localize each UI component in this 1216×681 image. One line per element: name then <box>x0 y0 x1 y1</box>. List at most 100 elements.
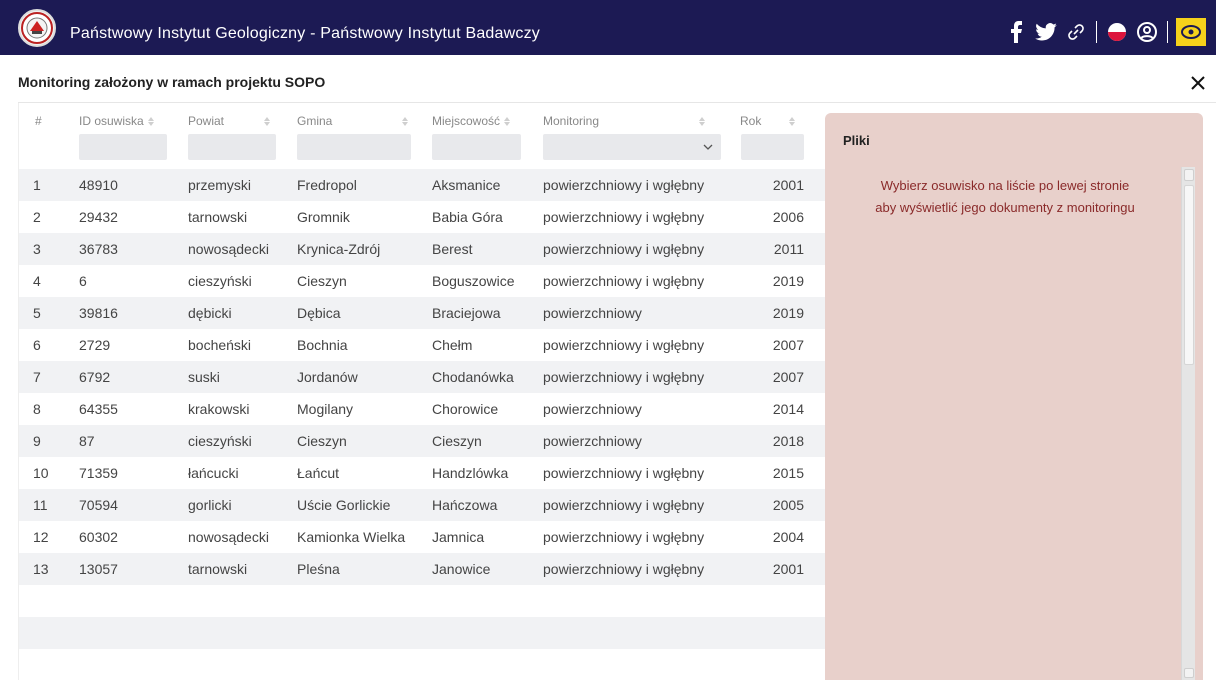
cell-gmina: Krynica-Zdrój <box>297 241 381 257</box>
cell-monitoring: powierzchniowy i wgłębny <box>543 177 705 193</box>
files-title: Pliki <box>843 133 870 148</box>
cell-monitoring: powierzchniowy i wgłębny <box>543 337 705 353</box>
table-row[interactable]: 9 87 cieszyński Cieszyn Cieszyn powierzc… <box>19 425 825 457</box>
pig-logo[interactable] <box>18 9 56 47</box>
cell-miejscowosc: Cieszyn <box>432 433 482 449</box>
cell-rok: 2001 <box>772 561 804 577</box>
cell-monitoring: powierzchniowy i wgłębny <box>543 497 705 513</box>
cell-rok: 2001 <box>772 177 804 193</box>
column-header-id[interactable]: ID osuwiska <box>79 114 154 128</box>
cell-gmina: Bochnia <box>297 337 348 353</box>
table-row[interactable]: 4 6 cieszyński Cieszyn Boguszowice powie… <box>19 265 825 297</box>
polish-flag-icon[interactable] <box>1105 20 1129 44</box>
scroll-up-arrow[interactable] <box>1184 169 1194 181</box>
cell-id: 48910 <box>79 177 118 193</box>
cell-id: 87 <box>79 433 95 449</box>
cell-gmina: Gromnik <box>297 209 350 225</box>
column-header-miejscowosc[interactable]: Miejscowość <box>432 114 511 128</box>
empty-row <box>19 649 825 681</box>
table-row[interactable]: 1 48910 przemyski Fredropol Aksmanice po… <box>19 169 825 201</box>
empty-row <box>19 585 825 617</box>
sort-icon[interactable] <box>699 116 706 126</box>
cell-miejscowosc: Chorowice <box>432 401 499 417</box>
link-icon[interactable] <box>1064 20 1088 44</box>
table-row[interactable]: 13 13057 tarnowski Pleśna Janowice powie… <box>19 553 825 585</box>
table-row[interactable]: 6 2729 bocheński Bochnia Chełm powierzch… <box>19 329 825 361</box>
accessibility-icon[interactable] <box>1135 20 1159 44</box>
table-row[interactable]: 7 6792 suski Jordanów Chodanówka powierz… <box>19 361 825 393</box>
table-row[interactable]: 5 39816 dębicki Dębica Braciejowa powier… <box>19 297 825 329</box>
twitter-icon[interactable] <box>1034 20 1058 44</box>
column-header-gmina[interactable]: Gmina <box>297 114 409 128</box>
cell-rok: 2007 <box>772 369 804 385</box>
filter-id-input[interactable] <box>79 134 167 160</box>
filter-gmina-input[interactable] <box>297 134 411 160</box>
cell-monitoring: powierzchniowy i wgłębny <box>543 561 705 577</box>
institute-title[interactable]: Państwowy Instytut Geologiczny - Państwo… <box>70 25 540 43</box>
cell-rok: 2011 <box>773 241 804 257</box>
scroll-down-arrow[interactable] <box>1184 668 1194 678</box>
column-header-monitoring[interactable]: Monitoring <box>543 114 706 128</box>
filter-monitoring-select[interactable] <box>543 134 721 160</box>
cell-miejscowosc: Aksmanice <box>432 177 501 193</box>
sort-icon[interactable] <box>789 116 796 126</box>
column-header-label: Rok <box>740 114 762 128</box>
cell-miejscowosc: Handzlówka <box>432 465 509 481</box>
sort-icon[interactable] <box>264 116 271 126</box>
cell-powiat: cieszyński <box>188 433 252 449</box>
eye-icon[interactable] <box>1176 18 1206 46</box>
cell-miejscowosc: Boguszowice <box>432 273 515 289</box>
cell-monitoring: powierzchniowy <box>543 401 642 417</box>
cell-monitoring: powierzchniowy i wgłębny <box>543 273 705 289</box>
header-icons <box>1004 18 1206 46</box>
table-row[interactable]: 10 71359 łańcucki Łańcut Handzlówka powi… <box>19 457 825 489</box>
cell-id: 6 <box>79 273 87 289</box>
scroll-thumb[interactable] <box>1184 185 1194 365</box>
table-row[interactable]: 8 64355 krakowski Mogilany Chorowice pow… <box>19 393 825 425</box>
cell-monitoring: powierzchniowy <box>543 433 642 449</box>
filter-rok-input[interactable] <box>741 134 804 160</box>
sort-icon[interactable] <box>504 116 511 126</box>
cell-miejscowosc: Janowice <box>432 561 491 577</box>
cell-id: 6792 <box>79 369 111 385</box>
cell-gmina: Dębica <box>297 305 341 321</box>
close-icon[interactable] <box>1188 73 1208 93</box>
table-row[interactable]: 2 29432 tarnowski Gromnik Babia Góra pow… <box>19 201 825 233</box>
facebook-icon[interactable] <box>1004 20 1028 44</box>
empty-row <box>19 617 825 649</box>
cell-num: 2 <box>33 209 41 225</box>
cell-id: 39816 <box>79 305 118 321</box>
cell-gmina: Łańcut <box>297 465 340 481</box>
column-header-powiat[interactable]: Powiat <box>188 114 271 128</box>
cell-num: 9 <box>33 433 41 449</box>
cell-id: 29432 <box>79 209 118 225</box>
sort-icon[interactable] <box>402 116 409 126</box>
cell-rok: 2018 <box>772 433 804 449</box>
table-row[interactable]: 12 60302 nowosądecki Kamionka Wielka Jam… <box>19 521 825 553</box>
cell-rok: 2007 <box>772 337 804 353</box>
cell-powiat: nowosądecki <box>188 241 269 257</box>
cell-num: 4 <box>33 273 41 289</box>
cell-num: 6 <box>33 337 41 353</box>
cell-powiat: krakowski <box>188 401 250 417</box>
column-header-rok[interactable]: Rok <box>740 114 796 128</box>
cell-powiat: tarnowski <box>188 561 248 577</box>
cell-id: 13057 <box>79 561 118 577</box>
cell-powiat: gorlicki <box>188 497 232 513</box>
cell-miejscowosc: Berest <box>432 241 473 257</box>
filter-miejscowosc-input[interactable] <box>432 134 521 160</box>
cell-num: 5 <box>33 305 41 321</box>
cell-miejscowosc: Braciejowa <box>432 305 501 321</box>
table-row[interactable]: 11 70594 gorlicki Uście Gorlickie Hańczo… <box>19 489 825 521</box>
cell-powiat: bocheński <box>188 337 252 353</box>
cell-gmina: Fredropol <box>297 177 357 193</box>
cell-miejscowosc: Chełm <box>432 337 473 353</box>
cell-id: 70594 <box>79 497 118 513</box>
table-row[interactable]: 3 36783 nowosądecki Krynica-Zdrój Berest… <box>19 233 825 265</box>
cell-monitoring: powierzchniowy i wgłębny <box>543 209 705 225</box>
cell-id: 60302 <box>79 529 118 545</box>
sort-icon[interactable] <box>147 116 154 126</box>
cell-gmina: Jordanów <box>297 369 358 385</box>
files-scrollbar[interactable] <box>1181 167 1195 680</box>
filter-powiat-input[interactable] <box>188 134 276 160</box>
